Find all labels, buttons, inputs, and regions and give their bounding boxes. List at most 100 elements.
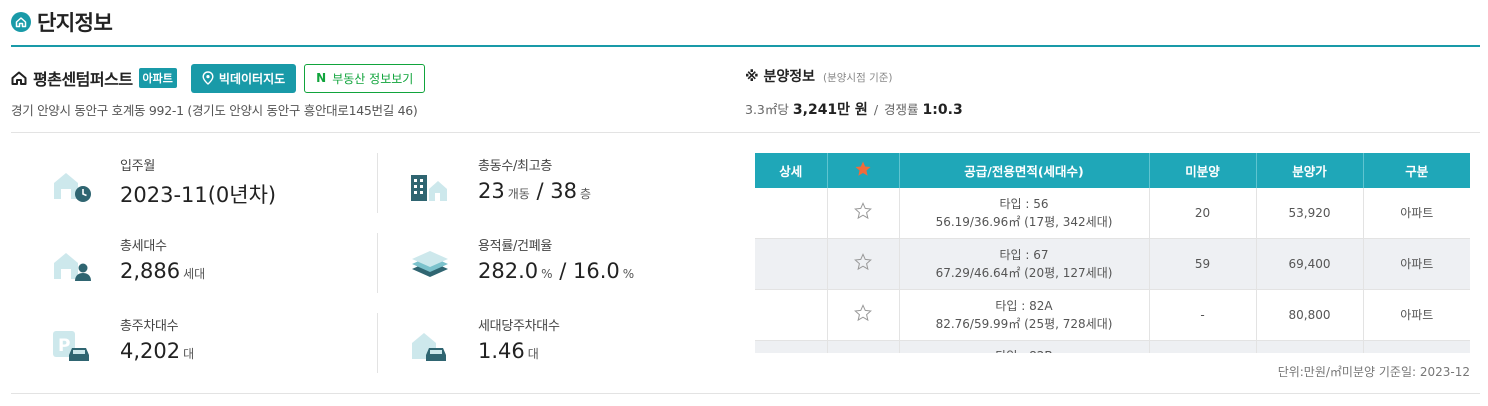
home-circle-icon [11,12,31,32]
complex-address: 경기 안양시 동안구 호계동 992-1 (경기도 안양시 동안구 흥안대로14… [11,103,418,118]
layers-icon [412,251,448,277]
floor-unit: 층 [580,187,592,201]
area-cell: 타입 : 82B [899,340,1150,353]
star-filled-icon [855,161,871,176]
header-detail: 상세 [755,153,828,188]
header-category: 구분 [1363,153,1470,188]
section-divider [11,132,1480,133]
table-row[interactable]: 타입 : 67 67.29/46.64㎡ (20평, 127세대) 59 69,4… [755,238,1470,290]
price-cell: 53,920 [1256,188,1364,239]
stat-label: 용적률/건폐율 [478,239,553,254]
unsold-cell [1149,340,1257,353]
realestate-info-label: 부동산 정보보기 [332,71,414,86]
header-unsold: 미분양 [1149,153,1257,188]
separator: / [873,102,879,117]
table-row[interactable]: 타입 : 82B [755,340,1470,353]
sale-info-header: ※ 분양정보 (분양시점 기준) [745,66,893,86]
sale-table-container[interactable]: 상세 공급/전용면적(세대수) 미분양 분양가 구분 타입 : 56 56.19/… [755,153,1470,353]
house-clock-icon [54,173,91,202]
type-text: 타입 : 82B [995,349,1052,353]
star-outline-icon[interactable] [853,303,873,323]
area-text: 56.19/36.96㎡ (17평, 342세대) [935,215,1113,229]
type-text: 타입 : 56 [999,197,1049,211]
stat-label: 총동수/최고층 [478,159,553,174]
detail-cell [755,238,828,290]
stat-label: 세대당주차대수 [478,319,560,334]
house-car-icon [412,333,446,361]
parking-per-household: 1.46 [478,339,525,363]
header-price: 분양가 [1256,153,1364,188]
type-text: 타입 : 82A [995,299,1053,313]
stat-value: 2023-11(0년차) [120,183,277,207]
star-outline-icon[interactable] [853,201,873,221]
detail-cell [755,188,828,239]
home-icon [11,71,27,85]
stat-label: 총주차대수 [120,319,179,334]
parking-count: 4,202 [120,339,181,363]
stat-divider [377,153,378,213]
favorite-cell[interactable] [827,188,900,239]
category-cell: 아파트 [1363,289,1470,341]
favorite-cell[interactable] [827,340,900,353]
stat-label: 총세대수 [120,239,167,254]
naver-logo-icon: N [316,71,327,85]
buildings-icon [411,175,447,201]
stat-buildings: 총동수/최고층 23 개동 / 38 층 [410,153,740,213]
competition-value: 1:0.3 [922,102,963,118]
bigdata-map-label: 빅데이터지도 [218,71,286,86]
star-outline-icon[interactable] [853,252,873,272]
map-pin-icon [202,71,214,85]
stat-value: 23 개동 / 38 층 [478,179,591,203]
favorite-cell[interactable] [827,238,900,290]
table-header-row: 상세 공급/전용면적(세대수) 미분양 분양가 구분 [755,153,1470,188]
building-unit: 개동 [507,187,530,201]
price-cell: 69,400 [1256,238,1364,290]
stat-households: 총세대수 2,886 세대 [52,233,382,293]
sale-info-note: (분양시점 기준) [823,72,893,84]
area-text: 82.76/59.99㎡ (25평, 728세대) [935,317,1113,331]
sale-table: 상세 공급/전용면적(세대수) 미분양 분양가 구분 타입 : 56 56.19/… [755,153,1470,353]
price-label: 3.3㎡당 [745,102,789,117]
header-area: 공급/전용면적(세대수) [899,153,1150,188]
parking-unit: 대 [183,347,195,361]
svg-text:P: P [58,336,70,356]
favorite-cell[interactable] [827,289,900,341]
price-cell [1256,340,1364,353]
parking-car-icon: P [53,331,89,361]
price-cell: 80,800 [1256,289,1364,341]
table-unit-note: 단위:만원/㎡미분양 기준일: 2023-12 [1277,365,1470,379]
area-cell: 타입 : 82A 82.76/59.99㎡ (25평, 728세대) [899,289,1150,341]
table-row[interactable]: 타입 : 56 56.19/36.96㎡ (17평, 342세대) 20 53,9… [755,188,1470,239]
realestate-info-button[interactable]: N 부동산 정보보기 [304,63,426,93]
category-cell: 아파트 [1363,238,1470,290]
building-count: 23 [478,179,505,203]
title-divider [11,45,1480,47]
detail-cell [755,289,828,341]
table-row[interactable]: 타입 : 82A 82.76/59.99㎡ (25평, 728세대) - 80,8… [755,289,1470,341]
area-text: 67.29/46.64㎡ (20평, 127세대) [935,266,1113,280]
household-count: 2,886 [120,259,181,283]
unsold-cell: 20 [1149,188,1257,239]
building-coverage: 16.0 [572,259,620,283]
percent-unit: % [541,267,553,281]
area-cell: 타입 : 67 67.29/46.64㎡ (20평, 127세대) [899,238,1150,290]
house-person-icon [54,253,91,281]
slash: / [536,179,544,203]
stat-label: 입주월 [120,159,155,174]
max-floor: 38 [550,179,578,203]
stat-parking-per: 세대당주차대수 1.46 대 [410,313,740,373]
parking-per-unit: 대 [527,347,539,361]
stat-divider [377,233,378,293]
stat-move-in: 입주월 2023-11(0년차) [52,153,382,213]
complex-header: 평촌센텀퍼스트 아파트 빅데이터지도 N 부동산 정보보기 [11,63,426,93]
area-cell: 타입 : 56 56.19/36.96㎡ (17평, 342세대) [899,188,1150,239]
price-value: 3,241만 원 [792,102,868,118]
bigdata-map-button[interactable]: 빅데이터지도 [190,63,297,93]
sale-info-title: ※ 분양정보 [745,69,816,85]
section-header: 단지정보 [11,6,113,38]
type-text: 타입 : 67 [999,248,1049,262]
header-favorite [827,153,900,188]
household-unit: 세대 [183,267,206,281]
competition-label: 경쟁률 [884,102,919,117]
floor-area-ratio: 282.0 [478,259,539,283]
